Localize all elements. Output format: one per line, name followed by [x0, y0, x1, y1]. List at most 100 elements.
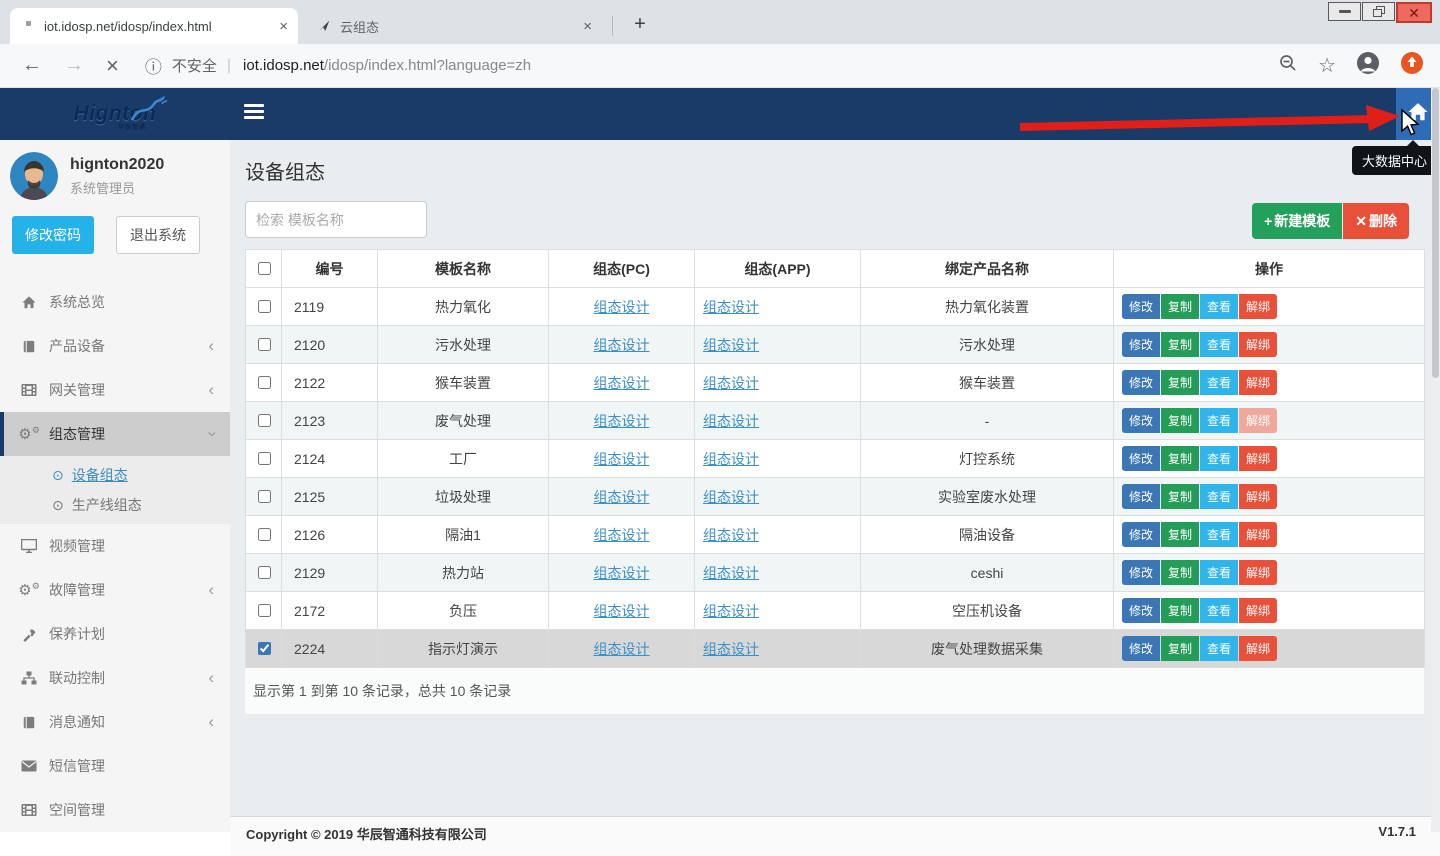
copy-button[interactable]: 复制 [1161, 560, 1199, 585]
browser-update-icon[interactable] [1400, 51, 1424, 80]
view-button[interactable]: 查看 [1200, 446, 1238, 471]
view-button[interactable]: 查看 [1200, 294, 1238, 319]
view-button[interactable]: 查看 [1200, 332, 1238, 357]
sidebar-item-0[interactable]: 系统总览 [0, 280, 230, 324]
new-template-button[interactable]: +新建模板 [1252, 203, 1342, 239]
row-checkbox[interactable] [258, 566, 271, 579]
app-config-link[interactable]: 组态设计 [703, 337, 759, 353]
url-host[interactable]: iot.idosp.net [243, 57, 324, 74]
bookmark-star-icon[interactable]: ☆ [1318, 53, 1336, 78]
sidebar-item-8[interactable]: 消息通知‹ [0, 700, 230, 744]
url-path[interactable]: /idosp/index.html?language=zh [324, 57, 531, 74]
unbind-button[interactable]: 解绑 [1239, 370, 1277, 395]
search-input[interactable] [245, 201, 427, 238]
tab-close-icon[interactable]: × [279, 18, 288, 35]
delete-button[interactable]: ✕删除 [1343, 203, 1409, 239]
modify-button[interactable]: 修改 [1122, 408, 1160, 433]
restore-button[interactable] [1362, 2, 1395, 21]
modify-button[interactable]: 修改 [1122, 370, 1160, 395]
copy-button[interactable]: 复制 [1161, 294, 1199, 319]
app-config-link[interactable]: 组态设计 [703, 413, 759, 429]
copy-button[interactable]: 复制 [1161, 598, 1199, 623]
pc-config-link[interactable]: 组态设计 [594, 565, 650, 581]
sidebar-item-7[interactable]: 联动控制‹ [0, 656, 230, 700]
modify-button[interactable]: 修改 [1122, 560, 1160, 585]
view-button[interactable]: 查看 [1200, 522, 1238, 547]
app-config-link[interactable]: 组态设计 [703, 641, 759, 657]
copy-button[interactable]: 复制 [1161, 522, 1199, 547]
tab-cloud-config[interactable]: 云组态 × [306, 8, 602, 44]
scrollbar[interactable] [1431, 88, 1440, 832]
pc-config-link[interactable]: 组态设计 [594, 413, 650, 429]
copy-button[interactable]: 复制 [1161, 332, 1199, 357]
copy-button[interactable]: 复制 [1161, 484, 1199, 509]
view-button[interactable]: 查看 [1200, 636, 1238, 661]
minimize-button[interactable] [1328, 2, 1361, 21]
new-tab-button[interactable]: + [626, 10, 654, 38]
unbind-button[interactable]: 解绑 [1239, 560, 1277, 585]
row-checkbox[interactable] [258, 300, 271, 313]
modify-button[interactable]: 修改 [1122, 446, 1160, 471]
copy-button[interactable]: 复制 [1161, 370, 1199, 395]
pc-config-link[interactable]: 组态设计 [594, 375, 650, 391]
hamburger-menu-icon[interactable] [244, 104, 264, 122]
unbind-button[interactable]: 解绑 [1239, 636, 1277, 661]
row-checkbox[interactable] [258, 452, 271, 465]
row-checkbox[interactable] [258, 490, 271, 503]
security-label[interactable]: 不安全 [172, 55, 217, 76]
app-config-link[interactable]: 组态设计 [703, 603, 759, 619]
row-checkbox[interactable] [258, 604, 271, 617]
modify-button[interactable]: 修改 [1122, 598, 1160, 623]
pc-config-link[interactable]: 组态设计 [594, 299, 650, 315]
pc-config-link[interactable]: 组态设计 [594, 641, 650, 657]
tab-active[interactable]: iot.idosp.net/idosp/index.html × [10, 8, 298, 44]
app-config-link[interactable]: 组态设计 [703, 489, 759, 505]
sidebar-item-5[interactable]: ⚙⚙故障管理‹ [0, 568, 230, 612]
unbind-button[interactable]: 解绑 [1239, 332, 1277, 357]
sidebar-item-9[interactable]: 短信管理 [0, 744, 230, 788]
profile-avatar-icon[interactable] [1356, 51, 1380, 80]
tab-close-icon[interactable]: × [583, 18, 592, 35]
sidebar-item-10[interactable]: 空间管理 [0, 788, 230, 832]
app-config-link[interactable]: 组态设计 [703, 375, 759, 391]
app-config-link[interactable]: 组态设计 [703, 527, 759, 543]
view-button[interactable]: 查看 [1200, 408, 1238, 433]
modify-button[interactable]: 修改 [1122, 294, 1160, 319]
pc-config-link[interactable]: 组态设计 [594, 451, 650, 467]
sidebar-item-3[interactable]: ⚙⚙组态管理‹ [0, 412, 230, 456]
view-button[interactable]: 查看 [1200, 560, 1238, 585]
pc-config-link[interactable]: 组态设计 [594, 527, 650, 543]
sidebar-item-2[interactable]: 网关管理‹ [0, 368, 230, 412]
app-config-link[interactable]: 组态设计 [703, 451, 759, 467]
unbind-button[interactable]: 解绑 [1239, 294, 1277, 319]
unbind-button[interactable]: 解绑 [1239, 598, 1277, 623]
scrollbar-thumb[interactable] [1432, 88, 1439, 378]
pc-config-link[interactable]: 组态设计 [594, 489, 650, 505]
view-button[interactable]: 查看 [1200, 484, 1238, 509]
row-checkbox[interactable] [258, 376, 271, 389]
unbind-button[interactable]: 解绑 [1239, 484, 1277, 509]
logout-button[interactable]: 退出系统 [116, 216, 200, 254]
app-config-link[interactable]: 组态设计 [703, 299, 759, 315]
pc-config-link[interactable]: 组态设计 [594, 337, 650, 353]
modify-button[interactable]: 修改 [1122, 636, 1160, 661]
copy-button[interactable]: 复制 [1161, 408, 1199, 433]
select-all-checkbox[interactable] [258, 262, 271, 275]
view-button[interactable]: 查看 [1200, 598, 1238, 623]
submenu-item-0[interactable]: ⊙设备组态 [0, 460, 230, 490]
close-button[interactable]: ✕ [1396, 2, 1432, 23]
pc-config-link[interactable]: 组态设计 [594, 603, 650, 619]
row-checkbox[interactable] [258, 642, 271, 655]
row-checkbox[interactable] [258, 414, 271, 427]
unbind-button[interactable]: 解绑 [1239, 446, 1277, 471]
row-checkbox[interactable] [258, 528, 271, 541]
sidebar-item-6[interactable]: 保养计划 [0, 612, 230, 656]
change-password-button[interactable]: 修改密码 [12, 216, 94, 254]
row-checkbox[interactable] [258, 338, 271, 351]
view-button[interactable]: 查看 [1200, 370, 1238, 395]
sidebar-item-1[interactable]: 产品设备‹ [0, 324, 230, 368]
submenu-item-1[interactable]: ⊙生产线组态 [0, 490, 230, 520]
copy-button[interactable]: 复制 [1161, 636, 1199, 661]
modify-button[interactable]: 修改 [1122, 484, 1160, 509]
modify-button[interactable]: 修改 [1122, 522, 1160, 547]
